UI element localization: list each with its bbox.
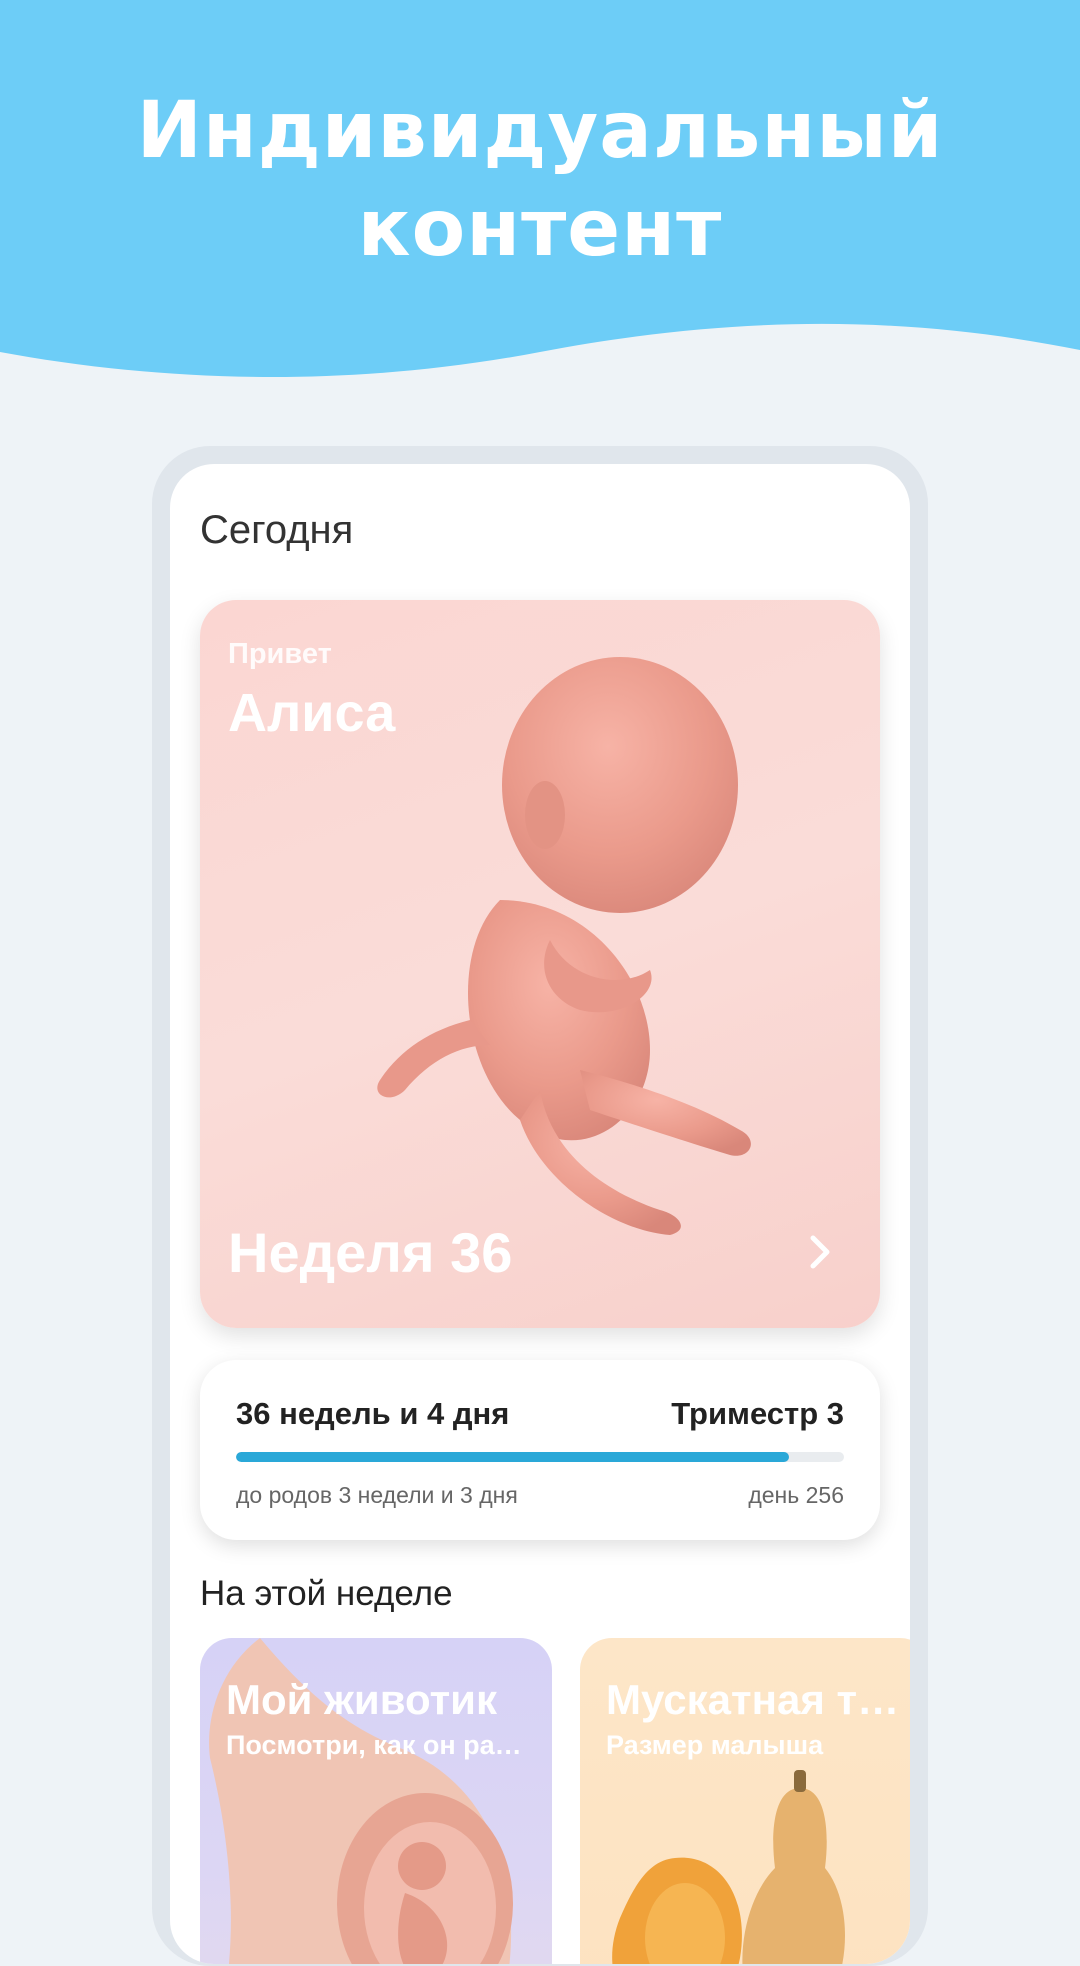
week-label: Неделя 36 <box>228 1221 513 1284</box>
remaining-time-label: до родов 3 недели и 3 дня <box>236 1482 518 1508</box>
tile-subtitle: Размер малыша <box>606 1730 824 1760</box>
pregnancy-progress-card[interactable]: 36 недель и 4 дня Триместр 3 до родов 3 … <box>200 1360 880 1540</box>
baby-week-card[interactable]: Привет Алиса Неделя 36 <box>200 600 880 1328</box>
chevron-right-icon[interactable] <box>800 1232 840 1272</box>
greeting-label: Привет <box>228 638 332 670</box>
user-name: Алиса <box>228 683 396 743</box>
hero-title-line1: Индивидуальный <box>136 86 944 176</box>
trimester-label: Триместр 3 <box>671 1396 844 1431</box>
hero-title-line2: контент <box>357 184 723 274</box>
fetus-illustration <box>377 657 751 1235</box>
progress-bar-fill <box>236 1452 790 1462</box>
hero-banner: Индивидуальный контент <box>0 0 1080 390</box>
tile-my-belly[interactable]: Мой животик Посмотри, как он растёт <box>200 1638 552 1964</box>
phone-screen: Сегодня Привет Алиса Неделя 36 36 недель… <box>170 464 910 1964</box>
hero-title: Индивидуальный контент <box>0 82 1080 278</box>
section-title-today: Сегодня <box>200 508 354 552</box>
progress-bar <box>236 1452 844 1462</box>
elapsed-time-label: 36 недель и 4 дня <box>236 1396 510 1431</box>
tile-subtitle: Посмотри, как он растёт <box>226 1730 526 1760</box>
day-count-label: день 256 <box>748 1482 844 1508</box>
section-title-this-week: На этой неделе <box>200 1574 453 1613</box>
tile-baby-size[interactable]: Мускатная тыква Размер малыша <box>580 1638 910 1964</box>
tile-title: Мускатная тыква <box>606 1676 910 1723</box>
tile-title: Мой животик <box>226 1676 498 1723</box>
